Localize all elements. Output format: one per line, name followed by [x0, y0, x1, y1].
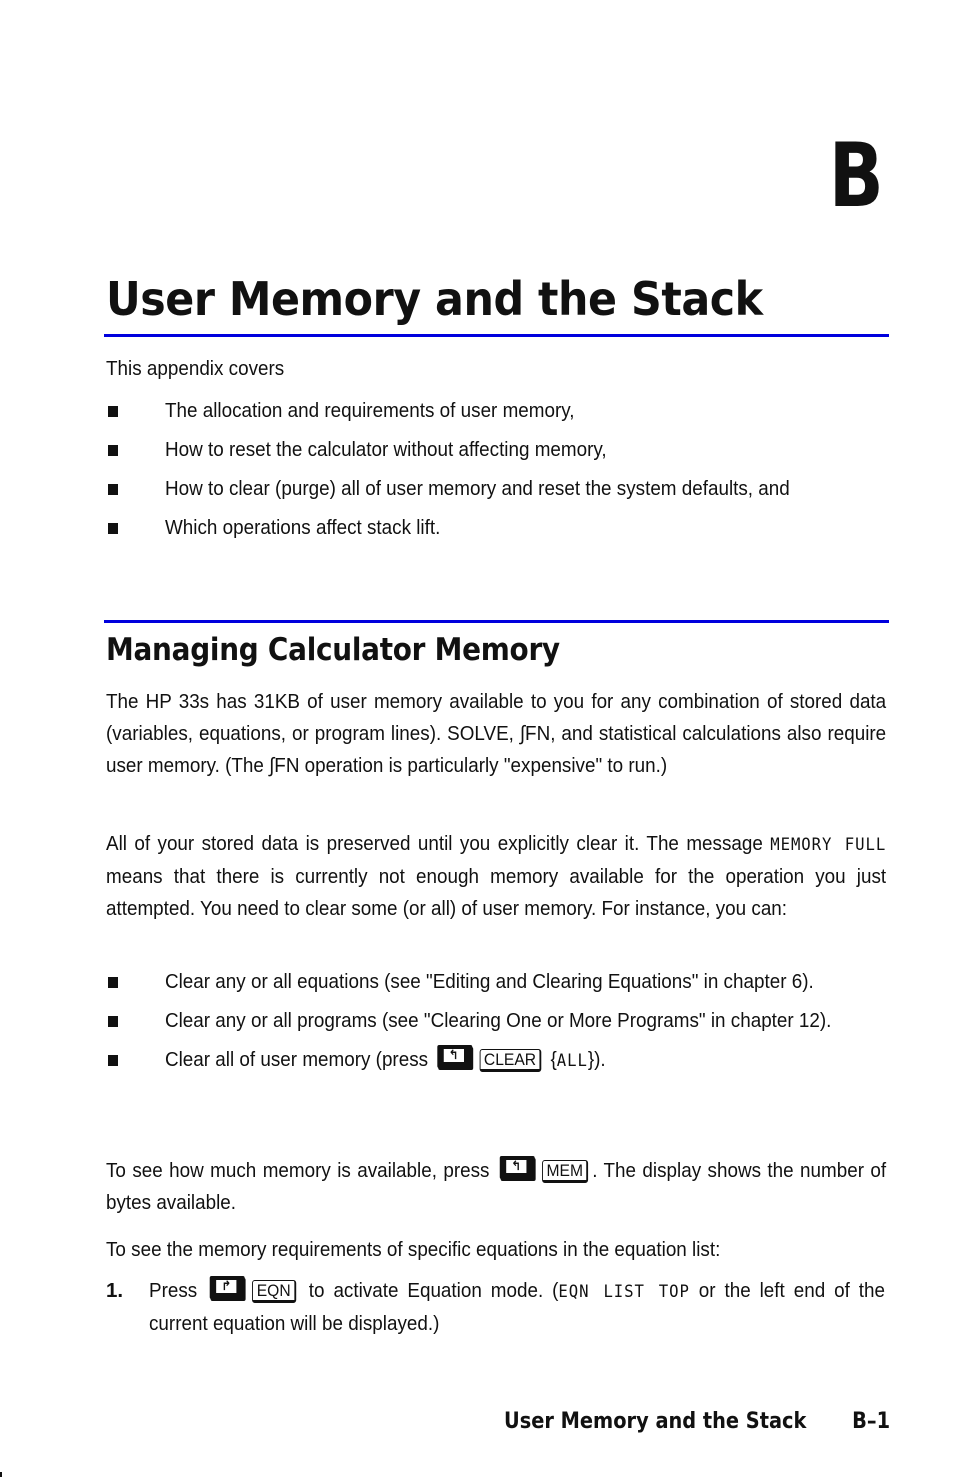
square-bullet-icon	[108, 523, 118, 534]
list-item: The allocation and requirements of user …	[106, 395, 945, 434]
intro-lead: This appendix covers	[106, 357, 285, 380]
square-bullet-icon	[108, 1016, 118, 1027]
list-item-text: How to clear (purge) all of user memory …	[165, 477, 790, 500]
section-rule	[104, 620, 889, 623]
right-shift-key-icon: ↱	[209, 1276, 245, 1299]
lcd-message: EQN LIST TOP	[558, 1282, 690, 1302]
list-item: How to reset the calculator without affe…	[106, 434, 945, 473]
title-rule	[104, 334, 889, 337]
chapter-letter: B	[828, 124, 884, 227]
square-bullet-icon	[108, 484, 118, 495]
square-bullet-icon	[108, 406, 118, 417]
section-title: Managing Calculator Memory	[106, 632, 560, 668]
step-number: 1.	[106, 1279, 124, 1302]
page-footer: User Memory and the Stack B–1	[504, 1404, 890, 1440]
step-text-part: Press	[149, 1279, 207, 1302]
left-shift-key-icon: ↰	[499, 1156, 535, 1179]
clear-key: CLEAR	[479, 1049, 542, 1072]
lcd-message: MEMORY FULL	[770, 835, 887, 855]
mem-key: MEM	[541, 1160, 589, 1183]
left-shift-arrow-icon: ↰	[506, 1160, 527, 1173]
list-item-text-part: Clear all of user memory (press	[165, 1048, 434, 1071]
list-item-text: Clear any or all programs (see "Clearing…	[165, 1009, 832, 1032]
clear-options-list: Clear any or all equations (see "Editing…	[106, 966, 886, 1084]
list-item-text-part: }).	[587, 1048, 606, 1071]
footer-title: User Memory and the Stack	[504, 1409, 807, 1434]
page-number: B–1	[852, 1409, 891, 1434]
square-bullet-icon	[108, 445, 118, 456]
right-shift-arrow-icon: ↱	[216, 1280, 237, 1293]
eqn-key: EQN	[252, 1280, 297, 1303]
step-text-part: to activate Equation mode. (	[299, 1279, 559, 1302]
square-bullet-icon	[108, 1055, 118, 1066]
paragraph-equation-requirements: To see the memory requirements of specif…	[106, 1238, 721, 1261]
paragraph-memory-overview: The HP 33s has 31KB of user memory avail…	[106, 690, 887, 777]
lcd-menu-item: ALL	[556, 1051, 588, 1071]
step-text: Press ↱ EQN to activate Equation mode. (E…	[149, 1275, 885, 1340]
square-bullet-icon	[108, 977, 118, 988]
list-item: Clear all of user memory (press ↰ CLEAR {…	[106, 1044, 886, 1077]
list-item: How to clear (purge) all of user memory …	[106, 473, 945, 512]
list-item-text: The allocation and requirements of user …	[165, 399, 575, 422]
list-item-text-part: {	[545, 1048, 557, 1071]
list-item: Which operations affect stack lift.	[106, 512, 945, 551]
paragraph-text: All of your stored data is preserved unt…	[106, 832, 771, 855]
left-shift-arrow-icon: ↰	[443, 1049, 464, 1062]
intro-bullet-list: The allocation and requirements of user …	[106, 395, 945, 551]
paragraph-memory-full: All of your stored data is preserved unt…	[106, 828, 886, 925]
chapter-title: User Memory and the Stack	[106, 272, 763, 326]
corner-mark	[0, 1472, 2, 1477]
list-item: Clear any or all equations (see "Editing…	[106, 966, 886, 998]
list-item-text: How to reset the calculator without affe…	[165, 438, 607, 461]
paragraph-text: To see how much memory is available, pre…	[106, 1159, 496, 1182]
list-item: Clear any or all programs (see "Clearing…	[106, 1005, 886, 1037]
list-item-text: Clear any or all equations (see "Editing…	[165, 970, 814, 993]
left-shift-key-icon: ↰	[436, 1045, 472, 1068]
paragraph-memory-available: To see how much memory is available, pre…	[106, 1155, 886, 1219]
paragraph-text: means that there is currently not enough…	[106, 865, 887, 920]
list-item-text: Which operations affect stack lift.	[165, 516, 441, 539]
list-item-text: Clear all of user memory (press ↰ CLEAR {…	[165, 1044, 883, 1077]
